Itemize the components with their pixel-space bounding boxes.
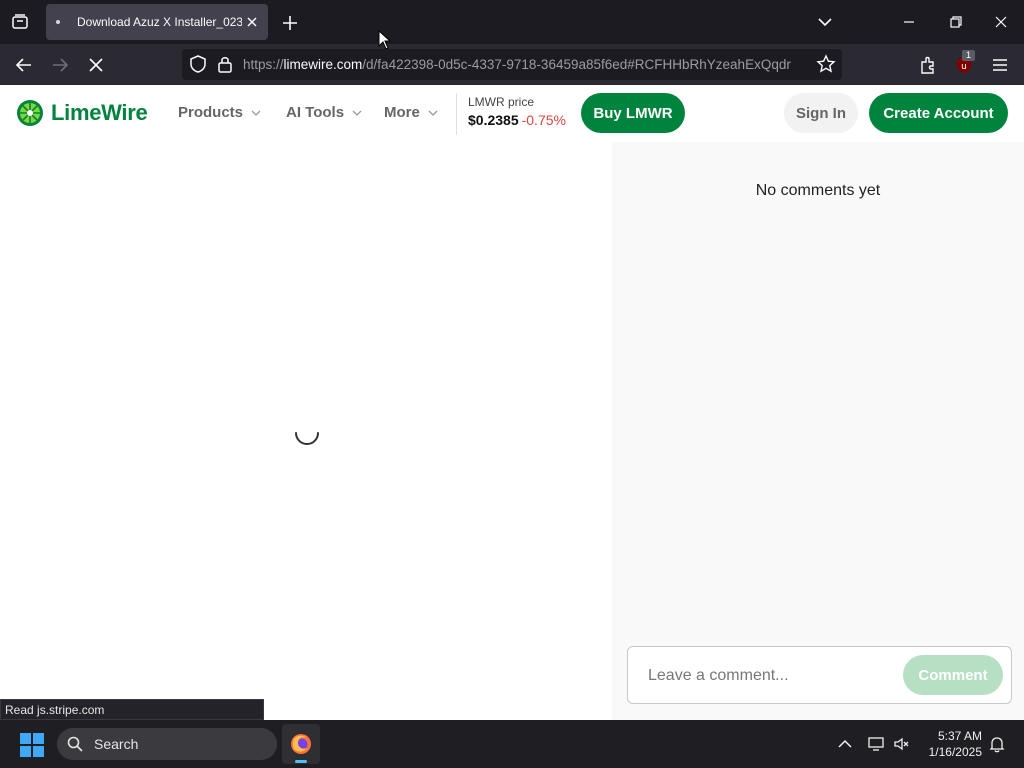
comment-input[interactable] [648,666,898,686]
no-comments-text: No comments yet [755,182,881,199]
browser-tab-active[interactable]: Download Azuz X Installer_0234 [46,4,268,40]
url-scheme: https:// [243,57,284,72]
price-change: -0.75% [521,112,566,128]
window-close-icon[interactable] [991,12,1011,32]
stop-loading-icon[interactable] [85,54,107,76]
price-label: LMWR price [468,95,535,109]
loading-spinner-icon [292,419,322,449]
clock-date: 1/16/2025 [928,745,982,759]
chevron-down-icon [251,110,261,116]
url-path: /d/fa422398-0d5c-4337-9718-36459a85f6ed#… [362,57,791,72]
price-row: $0.2385 -0.75% [468,112,566,128]
address-bar[interactable]: https://limewire.com/d/fa422398-0d5c-433… [182,49,842,80]
browser-tab-bar: Download Azuz X Installer_0234 [0,0,1024,44]
tab-loading-icon [56,20,60,24]
volume-muted-icon[interactable] [893,735,911,753]
menu-ai-tools[interactable]: AI Tools [286,104,362,121]
minimize-icon[interactable] [899,12,919,32]
buy-lmwr-button[interactable]: Buy LMWR [581,93,685,133]
menu-products-label: Products [178,104,244,121]
tab-title: Download Azuz X Installer_0234 [77,15,242,29]
menu-more[interactable]: More [384,104,438,121]
taskbar-firefox-button[interactable] [282,724,320,764]
menu-ai-tools-label: AI Tools [286,104,345,121]
sign-in-button[interactable]: Sign In [784,93,858,133]
site-header: LimeWire Products AI Tools More LMWR pri… [0,85,1024,142]
url-text[interactable]: https://limewire.com/d/fa422398-0d5c-433… [243,57,807,72]
extension-badge: 1 [962,50,975,61]
svg-text:u: u [961,62,967,72]
hamburger-menu-icon[interactable] [989,54,1011,76]
chevron-down-icon[interactable] [815,12,835,32]
browser-nav-bar: https://limewire.com/d/fa422398-0d5c-433… [0,44,1024,85]
taskbar-search-label: Search [94,736,139,752]
extensions-puzzle-icon[interactable] [917,54,939,76]
firefox-icon [291,734,311,754]
display-icon[interactable] [867,735,885,753]
url-host: limewire.com [283,57,363,72]
clock-time: 5:37 AM [937,729,982,743]
limewire-logo[interactable]: LimeWire [16,98,148,128]
new-tab-plus-icon[interactable] [280,13,300,33]
mouse-cursor-icon [378,29,392,50]
create-account-button[interactable]: Create Account [869,93,1008,133]
lmwr-price-widget: LMWR price $0.2385 -0.75% [456,93,566,135]
restore-icon[interactable] [946,12,966,32]
chevron-down-icon [352,110,362,116]
lock-icon[interactable] [215,54,237,76]
price-value: $0.2385 [468,112,519,128]
search-icon [67,736,83,752]
windows-start-icon[interactable] [20,733,44,757]
tab-list-icon[interactable] [8,10,32,34]
bookmark-star-icon[interactable] [816,54,838,76]
comments-panel: No comments yet Comment [612,142,1024,720]
tab-close-icon[interactable] [244,14,260,30]
forward-arrow-icon[interactable] [49,54,71,76]
shield-icon[interactable] [188,54,210,76]
windows-taskbar: Search 5:37 AM 1/16/2025 [0,720,1024,768]
running-indicator [295,760,307,763]
browser-status-text: Read js.stripe.com [0,699,264,720]
menu-products[interactable]: Products [178,104,261,121]
menu-more-label: More [384,104,420,121]
notification-bell-icon[interactable] [988,735,1006,753]
chevron-down-icon [428,110,438,116]
back-arrow-icon[interactable] [13,54,35,76]
logo-text: LimeWire [51,100,148,125]
taskbar-search-box[interactable]: Search [57,728,277,760]
lime-logo-icon [17,100,43,126]
comment-form: Comment [627,646,1012,704]
taskbar-clock[interactable]: 5:37 AM 1/16/2025 [912,728,982,760]
chevron-up-icon[interactable] [836,735,854,753]
comment-submit-button[interactable]: Comment [903,655,1003,695]
